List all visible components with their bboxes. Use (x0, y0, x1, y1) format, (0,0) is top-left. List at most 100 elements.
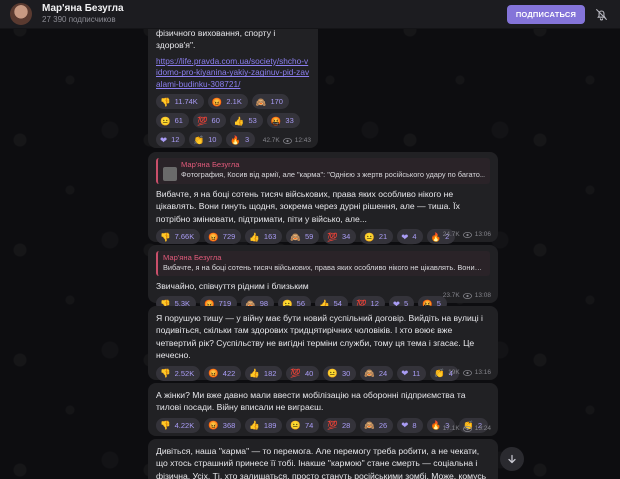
eye-icon (462, 425, 472, 432)
bell-off-icon[interactable] (595, 8, 608, 21)
reaction-emoji-icon: 💯 (290, 368, 302, 379)
reaction-chip[interactable]: 💯 40 (286, 365, 320, 381)
reaction-chip[interactable]: 🙈 59 (286, 229, 320, 245)
subscribe-button[interactable]: ПОДПИСАТЬСЯ (507, 5, 585, 24)
reaction-chip[interactable]: 👍 163 (245, 229, 283, 245)
reaction-emoji-icon: ❤ (401, 420, 409, 431)
reaction-count: 7.66K (174, 232, 195, 242)
message-meta: 17.1K 13:24 (443, 425, 491, 432)
chevron-down-icon (508, 454, 516, 464)
message-meta: 19K 13:16 (448, 369, 491, 376)
message-bubble[interactable]: Мар'яна Безугла Фотография, Косив від ар… (148, 152, 498, 245)
reaction-emoji-icon: 😡 (211, 96, 223, 107)
reaction-emoji-icon: 👎 (160, 96, 171, 107)
view-count: 23.7K (442, 292, 460, 299)
reaction-chip[interactable]: 😡 368 (204, 417, 242, 433)
reaction-emoji-icon: 👎 (160, 368, 171, 379)
reaction-count: 11.74K (174, 97, 198, 107)
reaction-chip[interactable]: 👎 11.74K (156, 94, 204, 110)
reaction-count: 170 (270, 97, 283, 107)
reaction-chip[interactable]: 😐 21 (360, 229, 394, 245)
avatar[interactable] (10, 3, 32, 25)
reaction-count: 182 (263, 368, 277, 378)
reaction-chip[interactable]: 👎 4.22K (156, 417, 201, 433)
reaction-emoji-icon: ❤ (401, 368, 409, 379)
reaction-emoji-icon: 👍 (249, 368, 260, 379)
view-count: 42.7K (262, 137, 280, 144)
message-bubble[interactable]: Мар'яна Безугла Вибачте, я на боці сотен… (148, 245, 498, 312)
message-bubble[interactable]: А жінки? Ми вже давно мали ввести мобілі… (148, 383, 498, 436)
reaction-chip[interactable]: 😐 61 (156, 113, 189, 129)
message-link[interactable]: https://life.pravda.com.ua/society/shcho… (156, 56, 310, 91)
timestamp: 13:08 (474, 292, 491, 299)
reaction-emoji-icon: 😐 (327, 368, 338, 379)
reaction-chip[interactable]: 🤬 33 (266, 113, 300, 129)
reaction-chip[interactable]: 😐 30 (323, 365, 357, 381)
reaction-chip[interactable]: 😐 74 (286, 417, 320, 433)
channel-name: Мар'яна Безугла (42, 3, 124, 14)
reaction-chip[interactable]: 💯 28 (323, 417, 357, 433)
reaction-emoji-icon: 💯 (196, 115, 208, 126)
message-bubble[interactable]: Дивіться, наша "карма" — то перемога. Ал… (148, 439, 498, 479)
reaction-chip[interactable]: 🙈 26 (360, 417, 394, 433)
message-text: Дивіться, наша "карма" — то перемога. Ал… (156, 446, 487, 479)
reply-quote[interactable]: Мар'яна Безугла Фотография, Косив від ар… (156, 158, 490, 184)
message-meta: 24.7K 13:06 (443, 231, 491, 238)
reaction-emoji-icon: 💯 (327, 231, 338, 242)
view-count: 17.1K (442, 425, 460, 432)
subscriber-count: 27 390 подписчиков (42, 15, 116, 24)
reactions-bar: 👎 4.22K 😡 368 👍 189 😐 74 💯 28 🙈 26 ❤ 8 🔥 3 👏 2 (156, 417, 490, 433)
reaction-chip[interactable]: 🔥3 (226, 132, 256, 148)
timestamp: 12:43 (294, 137, 311, 144)
reaction-count: 4.22K (174, 420, 195, 430)
reaction-emoji-icon: 😡 (208, 368, 219, 379)
reaction-count: 729 (222, 232, 236, 242)
reaction-emoji-icon: 😡 (208, 231, 219, 242)
reaction-chip[interactable]: 👍 53 (229, 113, 263, 129)
message-meta: 42.7K 12:43 (263, 137, 311, 144)
reply-text: Вибачте, я на боці сотень тисяч військов… (163, 263, 483, 272)
reaction-count: 74 (305, 420, 314, 430)
reaction-chip[interactable]: ❤ 4 (397, 229, 423, 245)
message-bubble[interactable]: Я порушую тишу — у війну має бути новий … (148, 306, 498, 400)
reply-text: Фотография, Косив від армії, але "карма"… (181, 170, 485, 179)
reaction-chip[interactable]: 👏 10 (189, 132, 223, 148)
reaction-count: 4 (412, 232, 417, 242)
reaction-count: 30 (341, 368, 351, 378)
reaction-count: 61 (174, 116, 183, 126)
reaction-chip[interactable]: 👍 182 (245, 365, 283, 381)
message-bubble[interactable]: фізичного виховання, спорту і здоров'я".… (148, 29, 318, 148)
reaction-emoji-icon: 😐 (290, 420, 302, 431)
reaction-chip[interactable]: 👍 189 (245, 417, 283, 433)
reaction-emoji-icon: 👎 (160, 420, 171, 431)
eye-icon (462, 292, 472, 299)
message-feed[interactable]: фізичного виховання, спорту і здоров'я".… (0, 29, 620, 479)
channel-info[interactable]: Мар'яна Безугла 27 390 подписчиков (42, 3, 124, 25)
message-meta: 23.7K 13:08 (443, 292, 491, 299)
reaction-chip[interactable]: ❤ 11 (397, 365, 427, 381)
reaction-chip[interactable]: 💯 34 (323, 229, 357, 245)
eye-icon (282, 137, 292, 144)
reaction-chip[interactable]: 👎 7.66K (156, 229, 201, 245)
reaction-chip[interactable]: 😡 729 (204, 229, 242, 245)
message-text: А жінки? Ми вже давно мали ввести мобілі… (156, 390, 466, 413)
reaction-emoji-icon: 🙈 (290, 231, 302, 242)
reaction-chip[interactable]: 😡 2.1K (207, 94, 248, 110)
reply-author: Мар'яна Безугла (181, 160, 240, 169)
reaction-chip[interactable]: ❤ 8 (397, 417, 423, 433)
reaction-chip[interactable]: 🙈 24 (360, 365, 394, 381)
reaction-count: 34 (341, 232, 351, 242)
reaction-emoji-icon: 👍 (249, 420, 260, 431)
reaction-emoji-icon: ❤ (160, 134, 168, 145)
reaction-chip[interactable]: 💯 60 (192, 113, 226, 129)
reaction-count: 422 (222, 368, 236, 378)
scroll-down-button[interactable] (500, 447, 524, 471)
reaction-chip[interactable]: 😡 422 (204, 365, 242, 381)
reaction-chip[interactable]: 🙈 170 (251, 94, 289, 110)
reaction-count: 21 (378, 232, 388, 242)
reaction-chip[interactable]: ❤ 12 (156, 132, 186, 148)
eye-icon (462, 231, 472, 238)
reaction-count: 2.1K (226, 97, 242, 107)
reaction-chip[interactable]: 👎 2.52K (156, 365, 201, 381)
reply-quote[interactable]: Мар'яна Безугла Вибачте, я на боці сотен… (156, 251, 490, 276)
